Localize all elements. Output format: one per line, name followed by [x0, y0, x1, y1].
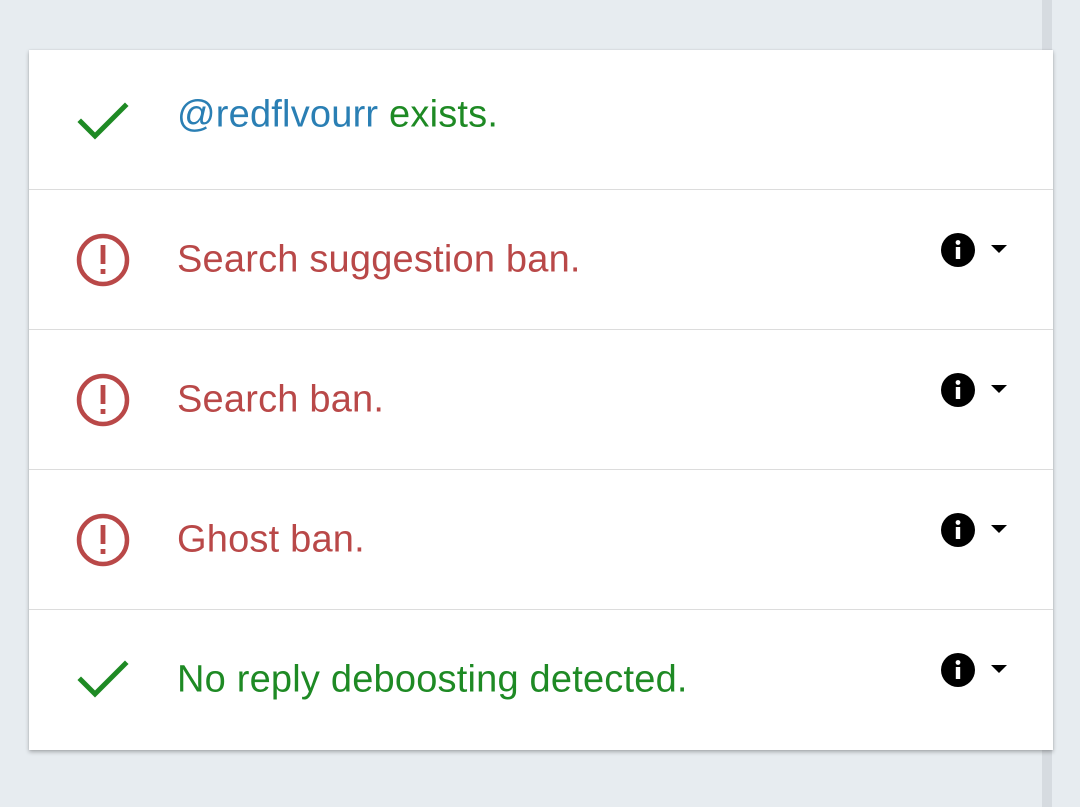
alert-circle-icon — [73, 510, 133, 570]
alert-circle-icon — [73, 230, 133, 290]
caret-down-icon[interactable] — [991, 384, 1007, 395]
result-text: @redflvourr exists. — [177, 94, 498, 137]
check-icon — [73, 650, 133, 710]
details-toggle[interactable] — [941, 653, 1007, 688]
details-toggle[interactable] — [941, 372, 1007, 407]
result-text: Ghost ban. — [177, 518, 365, 560]
result-row-reply-deboosting: No reply deboosting detected. — [29, 610, 1053, 750]
result-text: Search ban. — [177, 378, 385, 420]
username-link[interactable]: @redflvourr — [177, 94, 378, 136]
result-row-search-ban: Search ban. — [29, 330, 1053, 470]
info-icon[interactable] — [941, 512, 975, 547]
exists-text: exists. — [378, 93, 499, 136]
results-card: @redflvourr exists. Search suggestion ba… — [29, 50, 1053, 750]
result-row-ghost-ban: Ghost ban. — [29, 470, 1053, 610]
caret-down-icon[interactable] — [991, 244, 1007, 255]
alert-circle-icon — [73, 370, 133, 430]
check-icon — [73, 92, 133, 152]
page: @redflvourr exists. Search suggestion ba… — [0, 0, 1080, 807]
caret-down-icon[interactable] — [991, 665, 1007, 675]
info-icon[interactable] — [941, 232, 975, 267]
info-icon[interactable] — [941, 372, 975, 407]
info-icon[interactable] — [941, 653, 975, 688]
result-row-exists: @redflvourr exists. — [29, 50, 1053, 190]
result-text: No reply deboosting detected. — [177, 658, 688, 701]
result-row-search-suggestion-ban: Search suggestion ban. — [29, 190, 1053, 330]
details-toggle[interactable] — [941, 512, 1007, 547]
details-toggle[interactable] — [941, 232, 1007, 267]
result-text: Search suggestion ban. — [177, 238, 581, 280]
caret-down-icon[interactable] — [991, 524, 1007, 535]
